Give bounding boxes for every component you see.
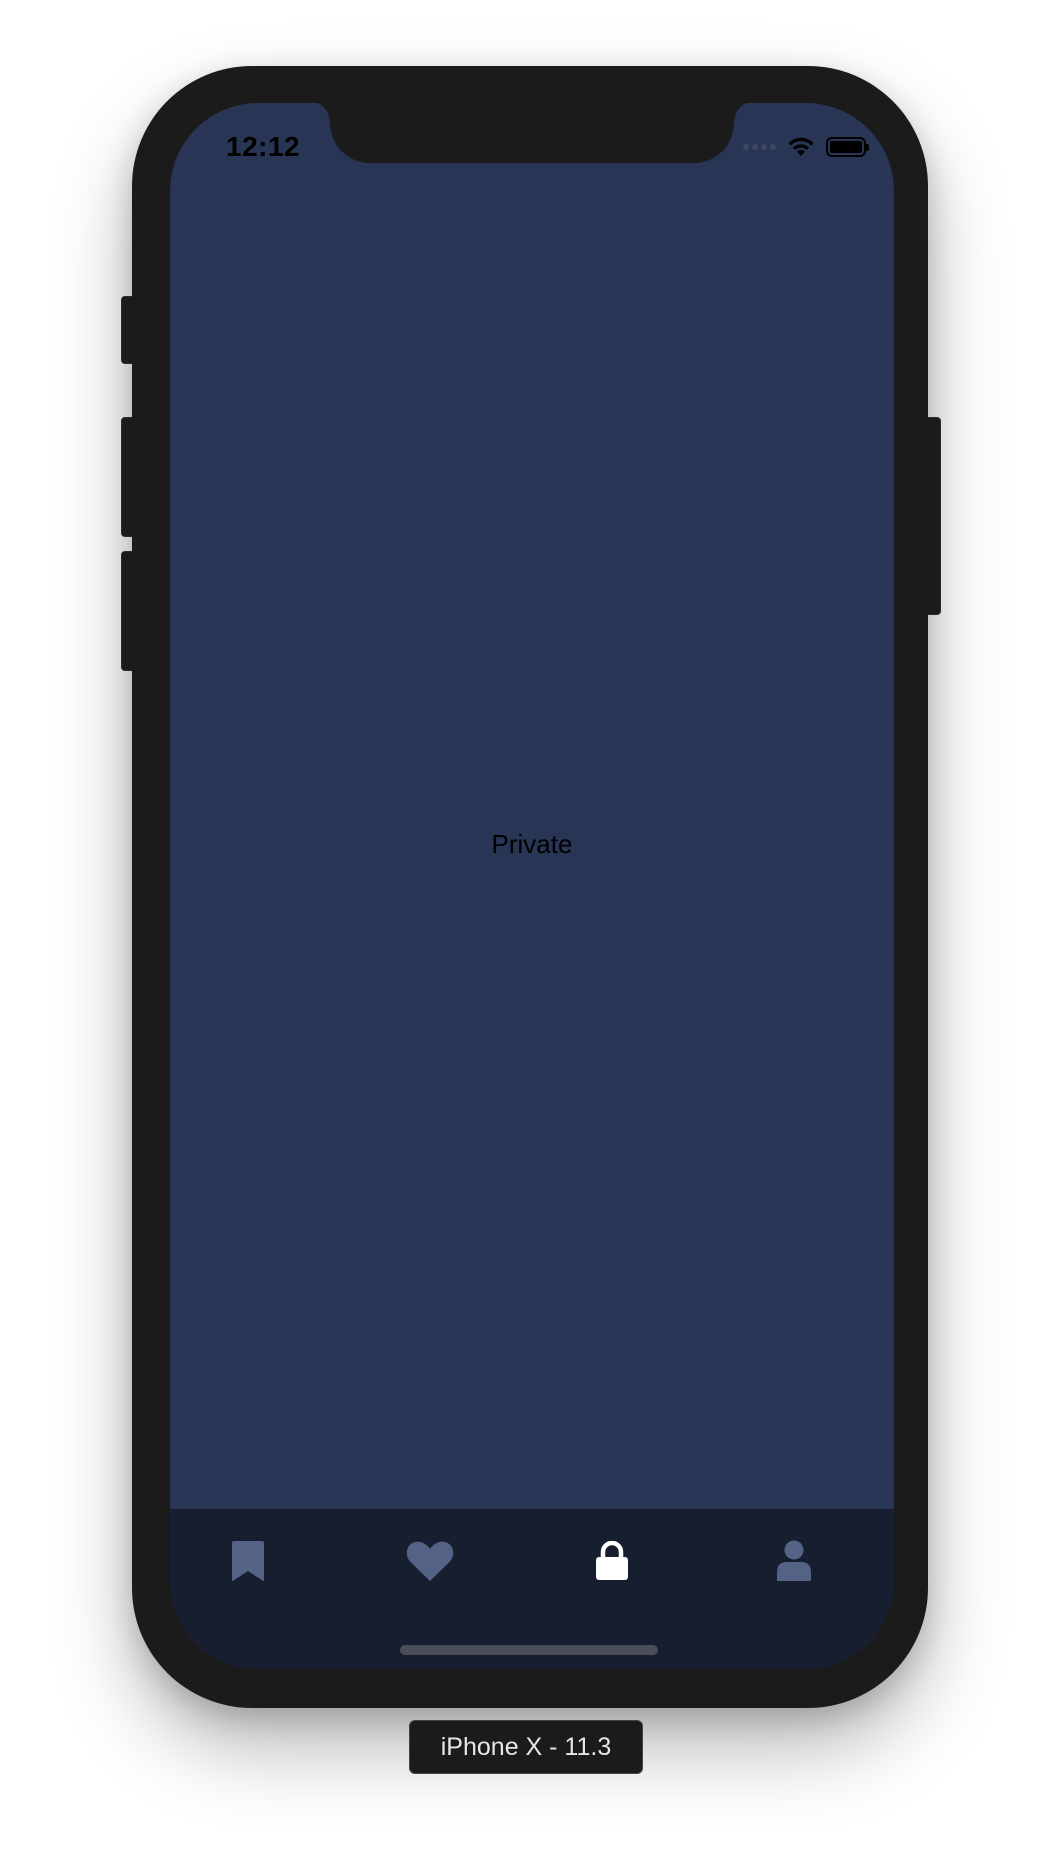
tab-bookmark[interactable] xyxy=(218,1531,278,1591)
tab-bar xyxy=(170,1509,894,1669)
lock-icon xyxy=(596,1541,628,1580)
home-indicator[interactable] xyxy=(400,1645,658,1655)
tab-profile[interactable] xyxy=(764,1531,824,1591)
phone-screen: 12:12 Private xyxy=(170,103,894,1669)
heart-icon xyxy=(406,1541,454,1581)
tab-private[interactable] xyxy=(582,1531,642,1591)
device-label: iPhone X - 11.3 xyxy=(409,1720,643,1774)
status-indicators xyxy=(743,133,869,161)
wifi-icon xyxy=(788,137,814,156)
status-time: 12:12 xyxy=(226,131,301,162)
user-icon xyxy=(777,1540,811,1581)
battery-icon xyxy=(826,137,869,157)
bookmark-icon xyxy=(232,1541,264,1581)
screen-title: Private xyxy=(491,829,573,859)
cellular-signal-icon xyxy=(743,144,776,150)
tab-favorites[interactable] xyxy=(400,1531,460,1591)
notch xyxy=(310,103,754,163)
simulator-stage: 12:12 Private iPhone X - 11.3 xyxy=(0,0,1062,1872)
